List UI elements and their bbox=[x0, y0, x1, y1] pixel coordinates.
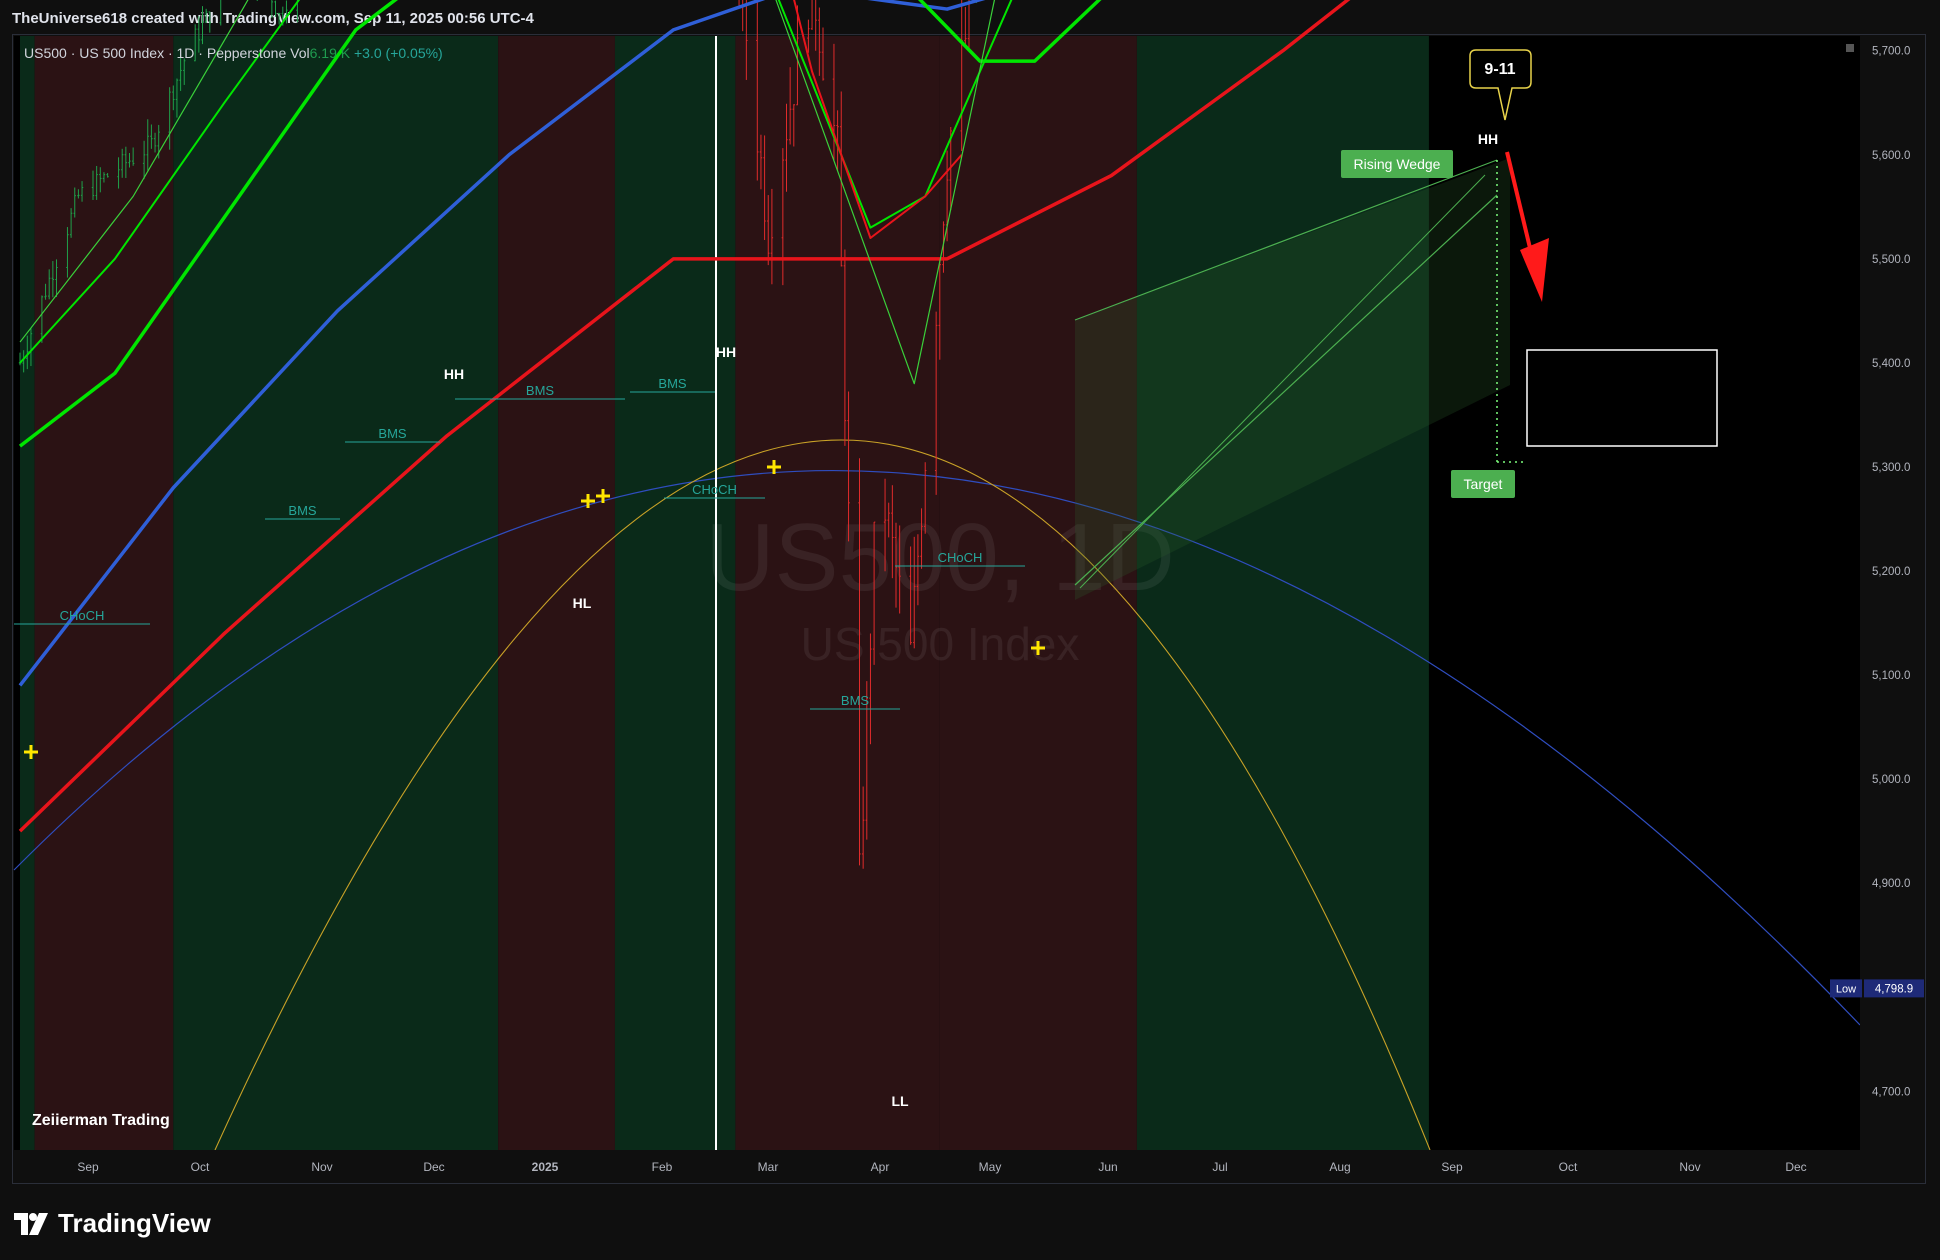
time-axis-tick: Dec bbox=[1785, 1160, 1806, 1174]
tradingview-brand: TradingView bbox=[58, 1208, 211, 1238]
time-axis-tick: Apr bbox=[871, 1160, 890, 1174]
price-chart[interactable]: US500, 1DUS 500 IndexRising Wedge0(6511.… bbox=[0, 0, 1940, 1190]
symbol-legend: US500 · US 500 Index · 1D · Pepperstone … bbox=[24, 45, 443, 61]
tradingview-logo-icon bbox=[14, 1212, 48, 1235]
price-change: +3.0 (+0.05%) bbox=[354, 45, 443, 61]
author-signature: Zeiierman Trading bbox=[32, 1112, 170, 1129]
rising-wedge-label: Rising Wedge bbox=[1354, 156, 1441, 172]
swing-label: HH bbox=[1478, 131, 1498, 147]
price-axis-tick: 5,500.0 bbox=[1872, 254, 1910, 266]
time-axis-tick: Aug bbox=[1329, 1160, 1350, 1174]
price-axis-tick: 4,900.0 bbox=[1872, 878, 1910, 890]
time-axis-tick: Oct bbox=[1559, 1160, 1578, 1174]
volume-value: 6.19 K bbox=[309, 45, 351, 61]
structure-label: CHoCH bbox=[938, 550, 983, 565]
structure-label: BMS bbox=[288, 503, 317, 518]
price-axis-tick: 5,300.0 bbox=[1872, 462, 1910, 474]
structure-label: CHoCH bbox=[60, 608, 105, 623]
regime-zone bbox=[20, 36, 35, 1150]
price-axis-tick: 5,200.0 bbox=[1872, 566, 1910, 578]
regime-zone bbox=[34, 36, 174, 1150]
time-axis-bg bbox=[14, 1150, 1860, 1182]
price-axis-tick: 5,400.0 bbox=[1872, 358, 1910, 370]
time-axis-tick: May bbox=[979, 1160, 1002, 1174]
price-axis-tick: 5,000.0 bbox=[1872, 774, 1910, 786]
time-axis-tick: Mar bbox=[758, 1160, 779, 1174]
time-axis-tick: Nov bbox=[1679, 1160, 1700, 1174]
axis-settings-icon bbox=[1846, 44, 1854, 52]
price-axis-tick: 5,700.0 bbox=[1872, 46, 1910, 58]
structure-label: BMS bbox=[526, 383, 555, 398]
time-axis-tick: 2025 bbox=[532, 1160, 559, 1174]
regime-zone bbox=[1136, 36, 1429, 1150]
structure-label: BMS bbox=[658, 376, 687, 391]
regime-zone bbox=[173, 36, 499, 1150]
structure-label: CHoCH bbox=[692, 482, 737, 497]
swing-label: LL bbox=[891, 1093, 909, 1109]
time-axis-tick: Jul bbox=[1212, 1160, 1227, 1174]
structure-label: BMS bbox=[378, 426, 407, 441]
time-axis-tick: Feb bbox=[652, 1160, 673, 1174]
time-axis-tick: Nov bbox=[311, 1160, 332, 1174]
low-badge-label: Low bbox=[1836, 983, 1856, 995]
price-axis-tick: 5,600.0 bbox=[1872, 150, 1910, 162]
swing-label: HL bbox=[573, 595, 592, 611]
price-axis-tick: 4,700.0 bbox=[1872, 1086, 1910, 1098]
regime-zone bbox=[498, 36, 615, 1150]
time-axis-tick: Oct bbox=[191, 1160, 210, 1174]
target-label: Target bbox=[1464, 476, 1503, 492]
swing-label: HH bbox=[716, 344, 736, 360]
tradingview-logo[interactable]: TradingView bbox=[14, 1208, 211, 1239]
time-axis-tick: Jun bbox=[1098, 1160, 1117, 1174]
event-callout-label: 9-11 bbox=[1484, 61, 1515, 78]
structure-label: BMS bbox=[841, 693, 870, 708]
swing-label: HH bbox=[444, 366, 464, 382]
volume-label: Vol bbox=[290, 45, 310, 61]
time-axis-tick: Sep bbox=[77, 1160, 99, 1174]
low-price-value: 4,798.9 bbox=[1875, 983, 1913, 995]
time-axis-tick: Dec bbox=[423, 1160, 444, 1174]
time-axis-tick: Sep bbox=[1441, 1160, 1463, 1174]
price-axis-tick: 5,100.0 bbox=[1872, 670, 1910, 682]
symbol-info: US500 · US 500 Index · 1D · Pepperstone bbox=[24, 45, 287, 61]
footer-bar bbox=[0, 1190, 1940, 1260]
